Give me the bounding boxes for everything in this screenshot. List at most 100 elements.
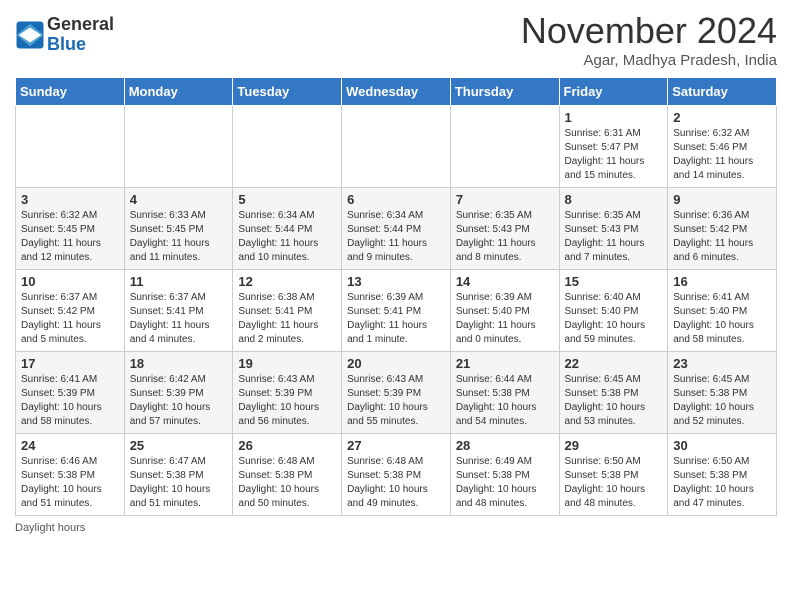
calendar-cell: 8 Sunrise: 6:35 AM Sunset: 5:43 PM Daylig… [559,188,668,270]
day-number: 7 [456,192,554,207]
day-info: Sunrise: 6:39 AM Sunset: 5:41 PM Dayligh… [347,291,445,347]
calendar-header-tuesday: Tuesday [233,78,342,106]
day-info: Sunrise: 6:47 AM Sunset: 5:38 PM Dayligh… [130,455,228,511]
day-number: 20 [347,356,445,371]
day-number: 8 [565,192,663,207]
logo-icon [15,20,45,50]
calendar-cell: 22Sunrise: 6:45 AM Sunset: 5:38 PM Dayli… [559,352,668,434]
day-info: Sunrise: 6:35 AM Sunset: 5:43 PM Dayligh… [565,209,663,265]
calendar-cell: 18 Sunrise: 6:42 AM Sunset: 5:39 PM Dayli… [124,352,233,434]
calendar: SundayMondayTuesdayWednesdayThursdayFrid… [15,77,777,516]
day-number: 3 [21,192,119,207]
calendar-cell: 19Sunrise: 6:43 AM Sunset: 5:39 PM Dayli… [233,352,342,434]
calendar-cell: 30 Sunrise: 6:50 AM Sunset: 5:38 PM Dayli… [668,434,777,516]
calendar-cell: 5Sunrise: 6:34 AM Sunset: 5:44 PM Daylig… [233,188,342,270]
day-info: Sunrise: 6:49 AM Sunset: 5:38 PM Dayligh… [456,455,554,511]
day-info: Sunrise: 6:48 AM Sunset: 5:38 PM Dayligh… [238,455,336,511]
day-number: 29 [565,438,663,453]
day-info: Sunrise: 6:36 AM Sunset: 5:42 PM Dayligh… [673,209,771,265]
calendar-header-friday: Friday [559,78,668,106]
calendar-cell: 28 Sunrise: 6:49 AM Sunset: 5:38 PM Dayli… [450,434,559,516]
day-number: 23 [673,356,771,371]
calendar-week-row: 3 Sunrise: 6:32 AM Sunset: 5:45 PM Daylig… [16,188,777,270]
calendar-cell [124,106,233,188]
day-info: Sunrise: 6:34 AM Sunset: 5:44 PM Dayligh… [238,209,336,265]
calendar-week-row: 1 Sunrise: 6:31 AM Sunset: 5:47 PM Daylig… [16,106,777,188]
day-number: 19 [238,356,336,371]
calendar-cell: 23 Sunrise: 6:45 AM Sunset: 5:38 PM Dayli… [668,352,777,434]
day-number: 10 [21,274,119,289]
calendar-cell: 26 Sunrise: 6:48 AM Sunset: 5:38 PM Dayli… [233,434,342,516]
day-number: 15 [565,274,663,289]
calendar-cell: 9 Sunrise: 6:36 AM Sunset: 5:42 PM Daylig… [668,188,777,270]
footer-note: Daylight hours [15,522,777,534]
calendar-cell: 3 Sunrise: 6:32 AM Sunset: 5:45 PM Daylig… [16,188,125,270]
day-number: 24 [21,438,119,453]
day-info: Sunrise: 6:37 AM Sunset: 5:42 PM Dayligh… [21,291,119,347]
day-number: 13 [347,274,445,289]
calendar-cell: 15 Sunrise: 6:40 AM Sunset: 5:40 PM Dayli… [559,270,668,352]
calendar-cell: 17Sunrise: 6:41 AM Sunset: 5:39 PM Dayli… [16,352,125,434]
calendar-cell: 7 Sunrise: 6:35 AM Sunset: 5:43 PM Daylig… [450,188,559,270]
logo: General Blue [15,15,114,55]
day-number: 2 [673,110,771,125]
calendar-week-row: 17Sunrise: 6:41 AM Sunset: 5:39 PM Dayli… [16,352,777,434]
day-info: Sunrise: 6:32 AM Sunset: 5:45 PM Dayligh… [21,209,119,265]
logo-text: General Blue [47,15,114,55]
day-number: 1 [565,110,663,125]
calendar-cell: 11 Sunrise: 6:37 AM Sunset: 5:41 PM Dayli… [124,270,233,352]
day-info: Sunrise: 6:43 AM Sunset: 5:39 PM Dayligh… [347,373,445,429]
day-number: 12 [238,274,336,289]
calendar-cell: 29Sunrise: 6:50 AM Sunset: 5:38 PM Dayli… [559,434,668,516]
calendar-cell: 13 Sunrise: 6:39 AM Sunset: 5:41 PM Dayli… [342,270,451,352]
calendar-week-row: 24 Sunrise: 6:46 AM Sunset: 5:38 PM Dayli… [16,434,777,516]
day-number: 26 [238,438,336,453]
month-title: November 2024 [521,10,777,52]
page-header: General Blue November 2024 Agar, Madhya … [15,10,777,69]
calendar-cell: 25Sunrise: 6:47 AM Sunset: 5:38 PM Dayli… [124,434,233,516]
day-info: Sunrise: 6:46 AM Sunset: 5:38 PM Dayligh… [21,455,119,511]
day-number: 21 [456,356,554,371]
day-number: 30 [673,438,771,453]
location: Agar, Madhya Pradesh, India [521,52,777,69]
calendar-cell: 21Sunrise: 6:44 AM Sunset: 5:38 PM Dayli… [450,352,559,434]
calendar-cell [342,106,451,188]
day-info: Sunrise: 6:39 AM Sunset: 5:40 PM Dayligh… [456,291,554,347]
calendar-cell: 12 Sunrise: 6:38 AM Sunset: 5:41 PM Dayli… [233,270,342,352]
calendar-header-saturday: Saturday [668,78,777,106]
calendar-cell [450,106,559,188]
calendar-cell: 20 Sunrise: 6:43 AM Sunset: 5:39 PM Dayli… [342,352,451,434]
day-info: Sunrise: 6:38 AM Sunset: 5:41 PM Dayligh… [238,291,336,347]
calendar-cell: 24 Sunrise: 6:46 AM Sunset: 5:38 PM Dayli… [16,434,125,516]
day-info: Sunrise: 6:35 AM Sunset: 5:43 PM Dayligh… [456,209,554,265]
calendar-week-row: 10 Sunrise: 6:37 AM Sunset: 5:42 PM Dayli… [16,270,777,352]
day-number: 9 [673,192,771,207]
day-info: Sunrise: 6:32 AM Sunset: 5:46 PM Dayligh… [673,127,771,183]
calendar-cell: 27 Sunrise: 6:48 AM Sunset: 5:38 PM Dayli… [342,434,451,516]
day-number: 18 [130,356,228,371]
day-info: Sunrise: 6:37 AM Sunset: 5:41 PM Dayligh… [130,291,228,347]
day-info: Sunrise: 6:31 AM Sunset: 5:47 PM Dayligh… [565,127,663,183]
day-number: 27 [347,438,445,453]
day-info: Sunrise: 6:45 AM Sunset: 5:38 PM Dayligh… [673,373,771,429]
day-info: Sunrise: 6:48 AM Sunset: 5:38 PM Dayligh… [347,455,445,511]
day-info: Sunrise: 6:33 AM Sunset: 5:45 PM Dayligh… [130,209,228,265]
day-number: 16 [673,274,771,289]
day-number: 28 [456,438,554,453]
calendar-header-row: SundayMondayTuesdayWednesdayThursdayFrid… [16,78,777,106]
calendar-cell: 16Sunrise: 6:41 AM Sunset: 5:40 PM Dayli… [668,270,777,352]
calendar-cell: 4Sunrise: 6:33 AM Sunset: 5:45 PM Daylig… [124,188,233,270]
day-number: 22 [565,356,663,371]
day-info: Sunrise: 6:42 AM Sunset: 5:39 PM Dayligh… [130,373,228,429]
day-info: Sunrise: 6:34 AM Sunset: 5:44 PM Dayligh… [347,209,445,265]
calendar-cell [16,106,125,188]
day-info: Sunrise: 6:40 AM Sunset: 5:40 PM Dayligh… [565,291,663,347]
title-section: November 2024 Agar, Madhya Pradesh, Indi… [521,10,777,69]
calendar-cell: 10 Sunrise: 6:37 AM Sunset: 5:42 PM Dayli… [16,270,125,352]
day-number: 17 [21,356,119,371]
day-info: Sunrise: 6:50 AM Sunset: 5:38 PM Dayligh… [673,455,771,511]
day-number: 11 [130,274,228,289]
calendar-header-sunday: Sunday [16,78,125,106]
day-number: 14 [456,274,554,289]
calendar-cell: 6Sunrise: 6:34 AM Sunset: 5:44 PM Daylig… [342,188,451,270]
